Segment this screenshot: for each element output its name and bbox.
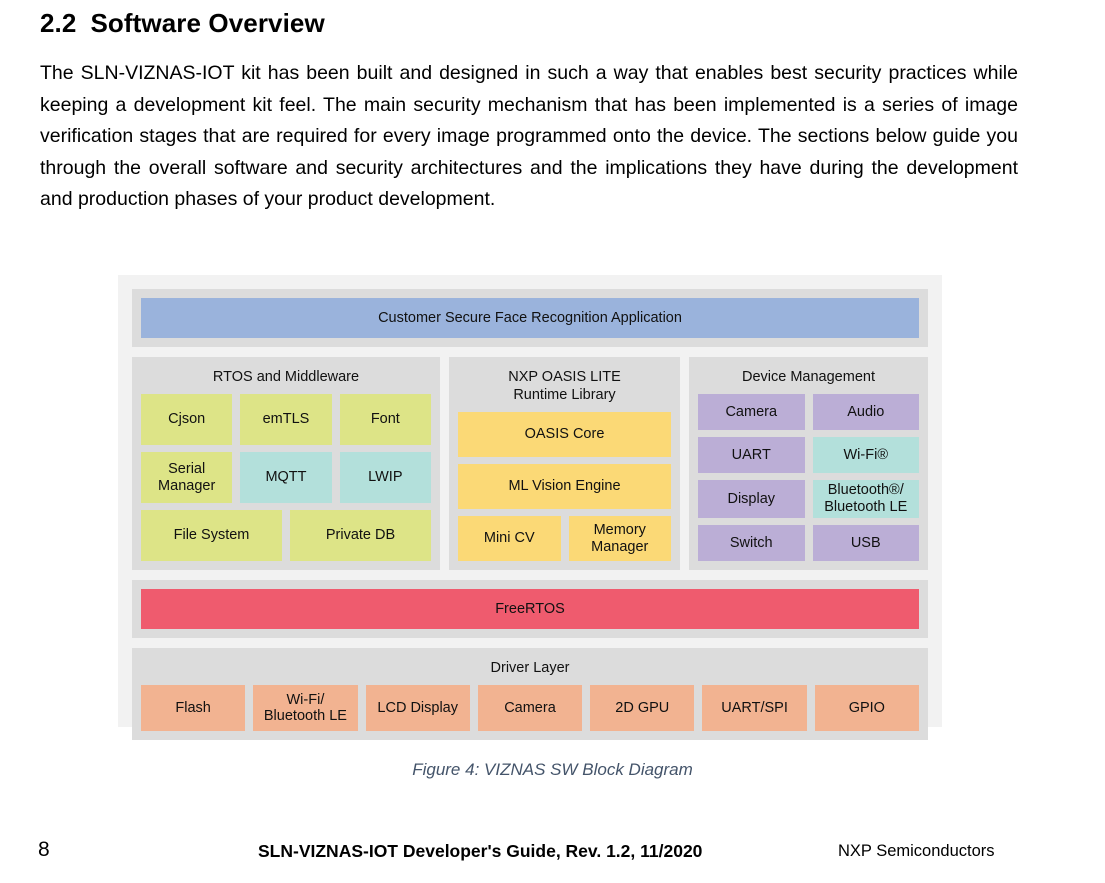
block-lcd-display: LCD Display <box>365 685 470 731</box>
block-cjson: Cjson <box>141 394 233 445</box>
panel-driver-layer: Driver Layer Flash Wi-Fi/ Bluetooth LE L… <box>132 648 928 740</box>
block-serial-manager: Serial Manager <box>141 452 233 503</box>
middle-columns: RTOS and Middleware Cjson emTLS Font Ser… <box>132 357 928 570</box>
devmgmt-row-1: Camera Audio <box>698 394 919 430</box>
oasis-row-3: Mini CV Memory Manager <box>458 516 671 561</box>
block-audio: Audio <box>812 394 919 430</box>
block-wifi-bluetooth-le: Wi-Fi/ Bluetooth LE <box>253 685 358 731</box>
block-display: Display <box>698 480 805 518</box>
panel-title-driver-layer: Driver Layer <box>490 660 570 676</box>
block-uart-spi: UART/SPI <box>702 685 807 731</box>
block-mqtt: MQTT <box>240 452 332 503</box>
oasis-row-1: OASIS Core <box>458 412 671 457</box>
panel-title-device-management: Device Management <box>742 369 875 385</box>
figure-caption: Figure 4: VIZNAS SW Block Diagram <box>412 760 693 779</box>
block-mini-cv: Mini CV <box>458 516 561 561</box>
block-font: Font <box>339 394 431 445</box>
block-oasis-core: OASIS Core <box>458 412 671 457</box>
figure-block-diagram: Customer Secure Face Recognition Applica… <box>118 275 942 740</box>
oasis-title-line-1: NXP OASIS LITE <box>508 369 621 385</box>
block-2d-gpu: 2D GPU <box>590 685 695 731</box>
document-page: 2.2 Software Overview The SLN-VIZNAS-IOT … <box>0 0 1105 883</box>
panel-device-management: Device Management Camera Audio UART Wi-F… <box>689 357 928 570</box>
page-footer: 8 SLN-VIZNAS-IOT Developer's Guide, Rev.… <box>0 838 1105 868</box>
block-gpio: GPIO <box>814 685 919 731</box>
section-title: Software Overview <box>90 8 325 38</box>
block-flash: Flash <box>141 685 246 731</box>
block-usb: USB <box>812 525 919 561</box>
block-memory-manager: Memory Manager <box>568 516 671 561</box>
block-uart: UART <box>698 437 805 473</box>
block-emtls: emTLS <box>240 394 332 445</box>
devmgmt-row-2: UART Wi-Fi® <box>698 437 919 473</box>
footer-page-number: 8 <box>38 838 50 861</box>
panel-body-oasis-lite: OASIS Core ML Vision Engine Mini CV Memo… <box>458 412 671 561</box>
block-switch: Switch <box>698 525 805 561</box>
rtos-row-2: Serial Manager MQTT LWIP <box>141 452 431 503</box>
driver-layer-cells: Flash Wi-Fi/ Bluetooth LE LCD Display Ca… <box>141 685 919 731</box>
page-title: 2.2 Software Overview <box>40 8 325 39</box>
section-number: 2.2 <box>40 8 77 38</box>
freertos-panel: FreeRTOS <box>132 580 928 638</box>
diagram-container: Customer Secure Face Recognition Applica… <box>118 275 942 740</box>
footer-company: NXP Semiconductors <box>838 842 995 860</box>
block-file-system: File System <box>141 510 282 561</box>
block-private-db: Private DB <box>290 510 431 561</box>
block-camera: Camera <box>698 394 805 430</box>
panel-title-oasis-lite: NXP OASIS LITE Runtime Library <box>458 366 671 412</box>
block-driver-camera: Camera <box>477 685 583 731</box>
panel-oasis-lite: NXP OASIS LITE Runtime Library OASIS Cor… <box>449 357 680 570</box>
panel-rtos-middleware: RTOS and Middleware Cjson emTLS Font Ser… <box>132 357 440 570</box>
panel-title-rtos-middleware: RTOS and Middleware <box>212 369 360 385</box>
rtos-row-3: File System Private DB <box>141 510 431 561</box>
devmgmt-row-3: Display Bluetooth®/ Bluetooth LE <box>698 480 919 518</box>
application-bar: Customer Secure Face Recognition Applica… <box>141 298 919 338</box>
rtos-row-1: Cjson emTLS Font <box>141 394 431 445</box>
devmgmt-row-4: Switch USB <box>698 525 919 561</box>
footer-document-title: SLN-VIZNAS-IOT Developer's Guide, Rev. 1… <box>258 841 703 861</box>
block-lwip: LWIP <box>339 452 431 503</box>
oasis-row-2: ML Vision Engine <box>458 464 671 509</box>
application-panel: Customer Secure Face Recognition Applica… <box>132 289 928 347</box>
block-ml-vision-engine: ML Vision Engine <box>458 464 671 509</box>
block-bluetooth: Bluetooth®/ Bluetooth LE <box>812 480 919 518</box>
panel-body-rtos-middleware: Cjson emTLS Font Serial Manager MQTT LWI… <box>141 394 431 561</box>
panel-body-device-management: Camera Audio UART Wi-Fi® Display Bluetoo… <box>698 394 919 561</box>
freertos-bar: FreeRTOS <box>141 589 919 629</box>
block-wifi: Wi-Fi® <box>812 437 919 473</box>
body-paragraph: The SLN-VIZNAS-IOT kit has been built an… <box>40 62 1018 210</box>
oasis-title-line-2: Runtime Library <box>513 387 616 403</box>
